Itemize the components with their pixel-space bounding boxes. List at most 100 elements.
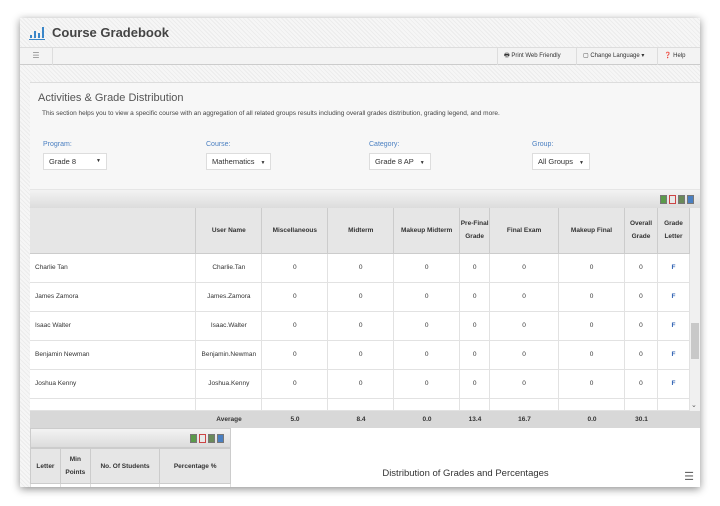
average-value: 0.0 bbox=[587, 416, 597, 423]
filter-label: Category: bbox=[369, 141, 400, 148]
export-csv-icon[interactable] bbox=[208, 434, 215, 443]
column-header[interactable] bbox=[30, 208, 197, 254]
column-header[interactable]: Letter bbox=[30, 448, 61, 484]
scrollbar-thumb[interactable] bbox=[691, 323, 699, 359]
course-filter: Course: Mathematics ▼ bbox=[206, 141, 272, 170]
score-cell: 0 bbox=[459, 311, 491, 341]
table-row[interactable]: Isaac Walter Isaac.Walter 0 0 0 0 0 0 0 F bbox=[30, 311, 691, 341]
hamburger-icon: ☰ bbox=[32, 51, 40, 60]
export-word-icon[interactable] bbox=[687, 195, 694, 204]
grade-distribution-chart: Distribution of Grades and Percentages ☰ bbox=[231, 428, 700, 487]
column-header[interactable]: Final Exam bbox=[489, 208, 560, 254]
grade-letter: F bbox=[657, 369, 691, 399]
score-cell: 0 bbox=[459, 340, 491, 370]
score-cell: 0 bbox=[327, 282, 395, 312]
score-cell: 0 bbox=[261, 340, 329, 370]
grades-table: User Name Miscellaneous Midterm Makeup Midt… bbox=[30, 208, 691, 411]
score-cell: 0 bbox=[327, 340, 395, 370]
table-row[interactable]: Joshua Kenny Joshua.Kenny 0 0 0 0 0 0 0 F bbox=[30, 369, 691, 399]
column-header[interactable]: Miscellaneous bbox=[261, 208, 329, 254]
score-cell: 0 bbox=[261, 369, 329, 399]
print-button[interactable]: 🖶 Print Web Friendly bbox=[497, 48, 567, 65]
grade-letter: F bbox=[657, 340, 691, 370]
chart-menu-icon[interactable]: ☰ bbox=[684, 470, 694, 483]
score-cell: 0 bbox=[393, 340, 461, 370]
score-cell: 0 bbox=[489, 253, 560, 283]
score-cell: 0 bbox=[558, 369, 625, 399]
filter-label: Group: bbox=[532, 141, 554, 148]
score-cell: 0 bbox=[261, 311, 329, 341]
average-value: 8.4 bbox=[356, 416, 366, 423]
export-pdf-icon[interactable] bbox=[199, 434, 206, 443]
user-name: Joshua.Kenny bbox=[195, 369, 263, 399]
filter-label: Program: bbox=[43, 141, 72, 148]
export-excel-icon[interactable] bbox=[660, 195, 667, 204]
select-value: All Groups bbox=[538, 157, 574, 166]
column-header[interactable]: Grade Letter bbox=[657, 208, 691, 254]
caret-icon: ▼ bbox=[579, 160, 584, 166]
export-excel-icon[interactable] bbox=[190, 434, 197, 443]
average-value: 30.1 bbox=[635, 416, 648, 423]
section-description: This section helps you to view a specifi… bbox=[42, 110, 500, 117]
average-value: 13.4 bbox=[468, 416, 482, 423]
score-cell: 0 bbox=[489, 340, 560, 370]
table-row[interactable]: Benjamin Newman Benjamin.Newman 0 0 0 0 0 0 0 F bbox=[30, 340, 691, 370]
app-title: Course Gradebook bbox=[52, 25, 170, 40]
menu-button[interactable]: ☰ bbox=[20, 48, 53, 65]
table-row[interactable]: Charlie Tan Charlie.Tan 0 0 0 0 0 0 0 F bbox=[30, 253, 691, 283]
chevron-down-icon: ▾ bbox=[639, 53, 645, 59]
column-header[interactable]: Percentage % bbox=[159, 448, 231, 484]
category-select[interactable]: Grade 8 AP ▼ bbox=[369, 153, 431, 170]
column-header[interactable]: Makeup Midterm bbox=[393, 208, 461, 254]
score-cell: 0 bbox=[624, 282, 658, 312]
vertical-scrollbar[interactable]: ⌄ bbox=[690, 208, 700, 411]
course-select[interactable]: Mathematics ▼ bbox=[206, 153, 272, 170]
score-cell: 0 bbox=[393, 311, 461, 341]
change-language-button[interactable]: ▢ Change Language ▾ bbox=[576, 48, 650, 65]
user-name: Benjamin.Newman bbox=[195, 340, 263, 370]
grade-letter: F bbox=[657, 311, 691, 341]
student-name: Benjamin Newman bbox=[30, 340, 197, 370]
export-pdf-icon[interactable] bbox=[669, 195, 676, 204]
score-cell: 0 bbox=[327, 369, 395, 399]
score-cell: 0 bbox=[624, 253, 658, 283]
toolbar: ☰ 🖶 Print Web Friendly ▢ Change Language… bbox=[20, 47, 700, 65]
column-header[interactable]: Overall Grade bbox=[624, 208, 658, 254]
help-button[interactable]: ❓ Help bbox=[657, 48, 691, 65]
export-csv-icon[interactable] bbox=[678, 195, 685, 204]
table-row[interactable]: James Zamora James.Zamora 0 0 0 0 0 0 0 F bbox=[30, 282, 691, 312]
select-value: Grade 8 AP bbox=[375, 157, 414, 166]
select-value: Grade 8 bbox=[49, 157, 77, 166]
score-cell: 0 bbox=[489, 369, 560, 399]
user-name: Isaac.Walter bbox=[195, 311, 263, 341]
score-cell: 0 bbox=[459, 282, 491, 312]
app-window: Course Gradebook ☰ 🖶 Print Web Friendly … bbox=[20, 18, 700, 487]
caret-icon: ▼ bbox=[419, 160, 425, 166]
scroll-down-icon[interactable]: ⌄ bbox=[691, 401, 697, 409]
score-cell: 0 bbox=[261, 282, 329, 312]
student-name: Charlie Tan bbox=[30, 253, 197, 283]
export-bar bbox=[30, 189, 700, 208]
grade-letter: F bbox=[657, 282, 691, 312]
column-header[interactable]: Min Points bbox=[59, 448, 91, 484]
filter-label: Course: bbox=[206, 141, 231, 148]
grade-distribution-panel: Activities & Grade Distribution This sec… bbox=[30, 82, 700, 487]
section-title: Activities & Grade Distribution bbox=[38, 92, 184, 104]
bar-chart-icon bbox=[29, 27, 45, 40]
score-cell: 0 bbox=[489, 311, 560, 341]
student-name: James Zamora bbox=[30, 282, 197, 312]
user-name: James.Zamora bbox=[195, 282, 263, 312]
column-header[interactable]: Pre-Final Grade bbox=[459, 208, 491, 254]
group-select[interactable]: All Groups ▼ bbox=[532, 153, 590, 170]
column-header[interactable]: No. Of Students bbox=[89, 448, 161, 484]
export-word-icon[interactable] bbox=[217, 434, 224, 443]
column-header[interactable]: Makeup Final bbox=[558, 208, 625, 254]
column-header[interactable]: Midterm bbox=[327, 208, 395, 254]
score-cell: 0 bbox=[261, 253, 329, 283]
average-row: Average 5.0 8.4 0.0 13.4 16.7 0.0 30.1 bbox=[30, 411, 700, 428]
column-header[interactable]: User Name bbox=[195, 208, 263, 254]
program-select[interactable]: Grade 8 ▼ bbox=[43, 153, 107, 170]
language-label: Change Language bbox=[590, 53, 640, 59]
score-cell: 0 bbox=[459, 253, 491, 283]
select-value: Mathematics bbox=[212, 157, 255, 166]
